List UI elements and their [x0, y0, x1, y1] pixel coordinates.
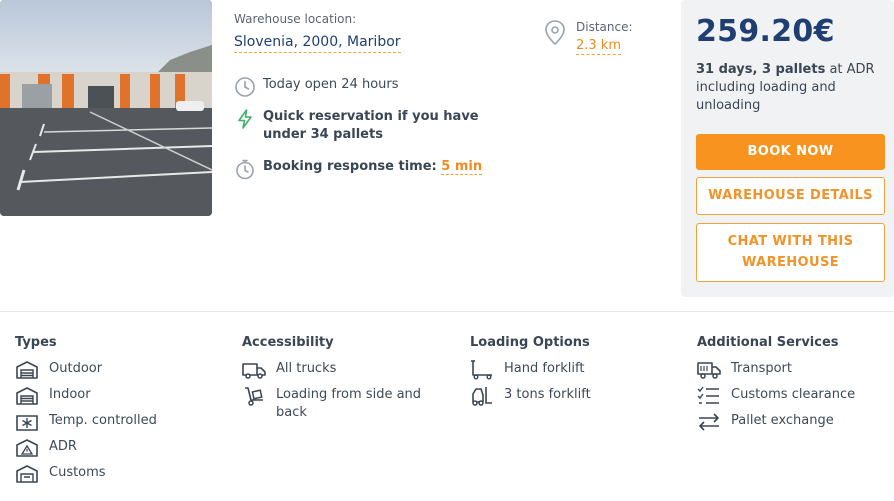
list-item: Indoor [15, 386, 157, 406]
customs-warehouse-icon [16, 465, 38, 483]
list-item: Hand forklift [470, 360, 591, 380]
distance-label: Distance: [576, 20, 633, 34]
warehouse-details-button[interactable]: WAREHOUSE DETAILS [696, 177, 885, 215]
response-time-label: Booking response time: [263, 159, 437, 174]
price-terms-bold: 31 days, 3 pallets [696, 62, 826, 77]
forklift-icon [472, 387, 492, 406]
price-terms-rest: at ADR [825, 62, 875, 77]
loading-options-section: Loading Options Hand forklift 3 tons for… [470, 335, 591, 412]
response-time-value[interactable]: 5 min [441, 159, 483, 175]
lightning-icon [238, 109, 252, 129]
truck-icon [242, 363, 266, 379]
book-now-button[interactable]: BOOK NOW [696, 134, 885, 170]
open-hours-row: Today open 24 hours [234, 76, 399, 98]
outdoor-warehouse-icon [16, 361, 38, 379]
listing-info: Warehouse location: Slovenia, 2000, Mari… [234, 12, 674, 180]
response-time-row: Booking response time: 5 min [234, 158, 483, 180]
accessibility-title: Accessibility [242, 335, 334, 350]
list-item: Temp. controlled [15, 412, 157, 432]
quick-reservation-text: Quick reservation if you have under 34 p… [263, 109, 479, 142]
map-pin-icon [545, 20, 565, 46]
list-item: Customs [15, 464, 157, 484]
list-item: Transport [697, 360, 855, 380]
hazard-warning-icon [16, 439, 38, 457]
clock-icon [235, 77, 255, 97]
additional-services-title: Additional Services [697, 335, 839, 350]
list-item: Pallet exchange [697, 412, 855, 432]
location-link[interactable]: Slovenia, 2000, Maribor [234, 34, 401, 53]
divider [0, 311, 894, 312]
quick-reservation-row: Quick reservation if you have under 34 p… [234, 108, 524, 144]
list-item: All trucks [242, 360, 432, 380]
checklist-icon [697, 386, 719, 404]
list-item: Outdoor [15, 360, 157, 380]
warehouse-photo[interactable] [0, 0, 212, 216]
chat-button[interactable]: CHAT WITH THIS WAREHOUSE [696, 223, 885, 282]
price: 259.20€ [696, 14, 835, 49]
hand-forklift-icon [471, 360, 492, 380]
loading-options-title: Loading Options [470, 335, 590, 350]
snowflake-icon [16, 415, 38, 431]
loading-dolly-icon [245, 387, 263, 406]
distance-value[interactable]: 2.3 km [576, 38, 621, 55]
delivery-truck-icon [697, 362, 721, 379]
indoor-warehouse-icon [16, 387, 38, 405]
types-title: Types [15, 335, 57, 350]
types-section: Types Outdoor Indoor Temp. controlled AD… [15, 335, 157, 490]
list-item: 3 tons forklift [470, 386, 591, 406]
list-item: Customs clearance [697, 386, 855, 406]
price-terms: 31 days, 3 pallets at ADR including load… [696, 61, 879, 115]
exchange-arrows-icon [699, 413, 719, 431]
list-item: ADR [15, 438, 157, 458]
accessibility-section: Accessibility All trucks Loading from si… [242, 335, 432, 428]
price-terms-note: including loading and unloading [696, 80, 836, 113]
price-panel: 259.20€ 31 days, 3 pallets at ADR includ… [681, 0, 894, 297]
open-hours-text: Today open 24 hours [263, 77, 399, 92]
additional-services-section: Additional Services Transport Customs cl… [697, 335, 855, 438]
stopwatch-icon [236, 159, 254, 180]
list-item: Loading from side and back [242, 386, 432, 422]
